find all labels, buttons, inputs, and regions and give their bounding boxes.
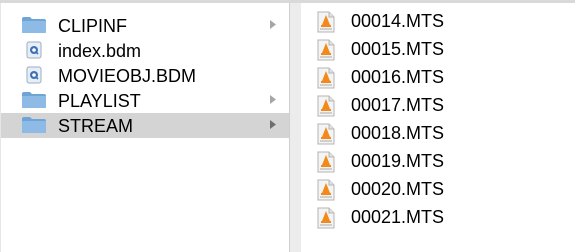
file-item[interactable]: 00019.MTS: [301, 149, 575, 177]
file-column[interactable]: 00014.MTS 00015.MTS 00016.MTS 00017.MTS …: [301, 3, 575, 252]
vlc-mts-file-icon: [317, 207, 335, 229]
directory-column[interactable]: CLIPINF index.bdm MOVIEOBJ.BDM PLAYLIST …: [0, 3, 290, 252]
file-item[interactable]: 00021.MTS: [301, 205, 575, 233]
file-label: 00021.MTS: [351, 207, 445, 227]
folder-icon: [22, 17, 46, 33]
file-item[interactable]: 00014.MTS: [301, 9, 575, 37]
column-resize-handle[interactable]: [289, 3, 301, 252]
file-item[interactable]: 00016.MTS: [301, 65, 575, 93]
vlc-mts-file-icon: [317, 11, 335, 33]
list-item-clipinf[interactable]: CLIPINF: [1, 13, 290, 38]
file-label: 00020.MTS: [351, 179, 445, 199]
file-item[interactable]: 00018.MTS: [301, 121, 575, 149]
file-label: 00019.MTS: [351, 151, 445, 171]
file-item[interactable]: 00015.MTS: [301, 37, 575, 65]
finder-column-view: CLIPINF index.bdm MOVIEOBJ.BDM PLAYLIST …: [0, 0, 575, 252]
file-label: 00017.MTS: [351, 95, 445, 115]
list-item-index-bdm[interactable]: index.bdm: [1, 38, 290, 63]
list-item-playlist[interactable]: PLAYLIST: [1, 88, 290, 113]
chevron-right-icon[interactable]: [269, 119, 277, 130]
quicktime-document-icon: [26, 66, 42, 84]
vlc-mts-file-icon: [317, 123, 335, 145]
item-label: index.bdm: [58, 41, 142, 61]
vlc-mts-file-icon: [317, 151, 335, 173]
vlc-mts-file-icon: [317, 179, 335, 201]
vlc-mts-file-icon: [317, 39, 335, 61]
list-item-stream[interactable]: STREAM: [1, 113, 290, 138]
file-label: 00015.MTS: [351, 39, 445, 59]
vlc-mts-file-icon: [317, 95, 335, 117]
file-item[interactable]: 00020.MTS: [301, 177, 575, 205]
file-label: 00018.MTS: [351, 123, 445, 143]
chevron-right-icon[interactable]: [269, 19, 277, 30]
file-label: 00016.MTS: [351, 67, 445, 87]
chevron-right-icon[interactable]: [269, 94, 277, 105]
item-label: CLIPINF: [58, 16, 128, 36]
folder-icon: [22, 92, 46, 108]
vlc-mts-file-icon: [317, 67, 335, 89]
item-label: MOVIEOBJ.BDM: [58, 66, 197, 86]
item-label: PLAYLIST: [58, 91, 141, 111]
quicktime-document-icon: [26, 41, 42, 59]
folder-icon: [22, 117, 46, 133]
file-label: 00014.MTS: [351, 11, 445, 31]
item-label: STREAM: [58, 116, 134, 136]
file-item[interactable]: 00017.MTS: [301, 93, 575, 121]
list-item-movieobj-bdm[interactable]: MOVIEOBJ.BDM: [1, 63, 290, 88]
